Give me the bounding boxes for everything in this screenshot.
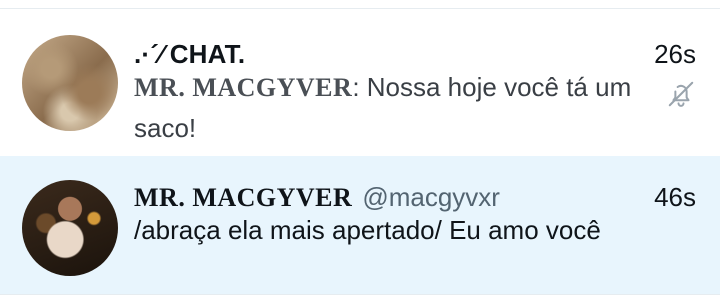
message-preview: /abraça ela mais apertado/ Eu amo você [134, 215, 601, 245]
timestamp: 46s [654, 182, 696, 212]
title-symbol: .·´⁄ [134, 39, 164, 69]
title-text: CHAT. [169, 39, 246, 69]
conversation-row[interactable]: .·´⁄ CHAT. 26s MR. MACGYVER: Nossa hoje v… [0, 8, 720, 156]
user-avatar[interactable] [22, 180, 118, 276]
separator: : [352, 72, 367, 102]
timestamp: 26s [654, 39, 696, 69]
message-preview: MR. MACGYVER: Nossa hoje você tá um saco… [134, 67, 664, 148]
conversation-title: .·´⁄ CHAT. [134, 39, 245, 70]
conversation-row-selected[interactable]: MR. MACGYVER @macgyvxr 46s /abraça ela ma… [0, 156, 720, 294]
conversation-list: .·´⁄ CHAT. 26s MR. MACGYVER: Nossa hoje v… [0, 0, 720, 303]
sender-line: MR. MACGYVER @macgyvxr [134, 182, 500, 213]
sender-name: MR. MACGYVER [134, 73, 353, 102]
bell-off-icon [668, 81, 694, 107]
sender-name: MR. MACGYVER [134, 183, 353, 212]
group-avatar[interactable] [22, 35, 118, 131]
sender-handle: @macgyvxr [362, 182, 500, 212]
